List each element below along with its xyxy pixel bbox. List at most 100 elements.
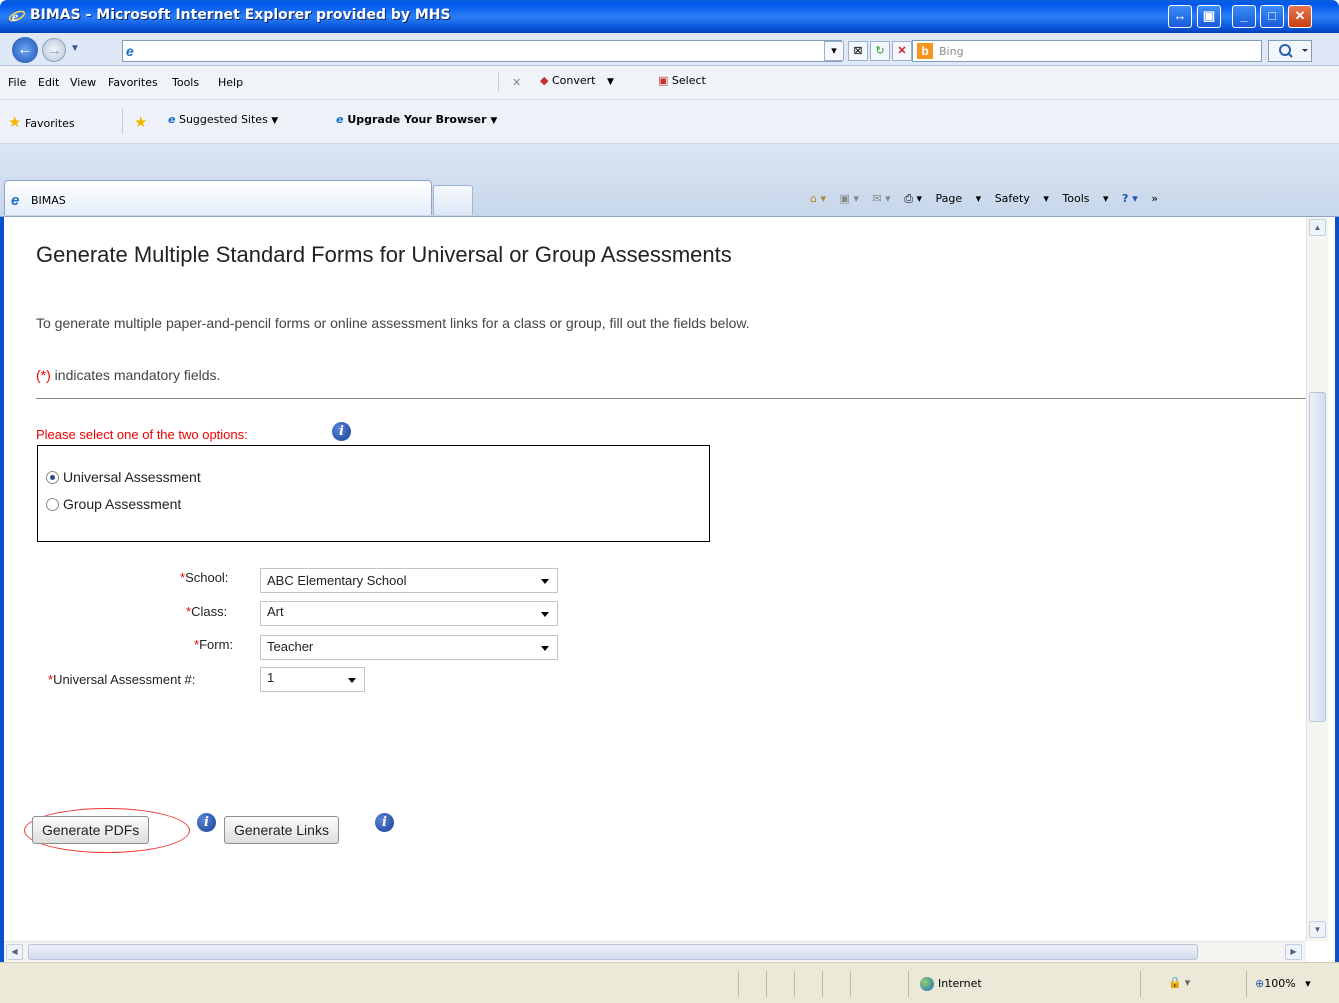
home-icon[interactable]: ⌂ ▾ [810,192,826,205]
chevron-right-icon[interactable]: » [1151,192,1158,205]
close-toolbar-icon[interactable]: ✕ [512,76,521,89]
status-bar: Internet 🔒 ▾ ⊕100% ▾ [0,962,1339,1003]
chevron-down-icon [541,612,549,617]
ie-page-icon: e [336,113,344,126]
dropdown-icon: ▼ [490,116,498,126]
chevron-down-icon [541,579,549,584]
ie-logo-icon: e [8,10,26,25]
generate-pdfs-button[interactable]: Generate PDFs [32,816,150,844]
tab-bimas[interactable]: e BIMAS [4,180,432,215]
assessment-number-label: *Universal Assessment #: [48,672,196,687]
chevron-down-icon [541,646,549,651]
suggested-sites-button[interactable]: e Suggested Sites ▼ [168,113,278,126]
page-menu[interactable]: Page ▾ [936,192,982,205]
group-assessment-radio[interactable] [46,497,59,511]
form-label: *Form: [194,637,234,652]
universal-assessment-option[interactable]: Universal Assessment [46,469,201,485]
tools-menu[interactable]: Tools ▾ [1062,192,1108,205]
protected-mode-icon[interactable]: 🔒 ▾ [1168,976,1190,989]
feeds-icon[interactable]: ▣ ▾ [840,192,859,205]
back-button[interactable]: ← [12,37,38,63]
vertical-scroll-thumb[interactable] [1309,392,1326,722]
scroll-right-icon[interactable]: ▶ [1285,944,1302,960]
favorites-button[interactable]: ★ Favorites [8,113,75,131]
stop-icon[interactable]: ✕ [892,41,912,61]
universal-assessment-radio[interactable] [46,470,59,484]
compat-view-icon[interactable]: ⊠ [848,41,868,61]
links-info-icon[interactable]: i [375,813,394,832]
menu-file[interactable]: File [8,76,26,89]
security-zone[interactable]: Internet [920,977,982,991]
page-content: Generate Multiple Standard Forms for Uni… [16,217,1306,941]
address-input[interactable]: e [122,40,842,62]
status-divider [1140,971,1141,997]
scroll-down-icon[interactable]: ▼ [1309,921,1326,938]
restore-tab-icon[interactable]: ▣ [1197,5,1221,28]
menu-favorites[interactable]: Favorites [108,76,158,89]
menu-help[interactable]: Help [218,76,243,89]
refresh-icon[interactable]: ↻ [870,41,890,61]
upgrade-browser-button[interactable]: e Upgrade Your Browser ▼ [336,113,497,126]
ie-tab-icon: e [11,192,20,209]
scroll-left-icon[interactable]: ◀ [6,944,23,960]
tab-bar: e BIMAS ⌂ ▾ ▣ ▾ ✉ ▾ ⎙ ▾ Page ▾ Safety ▾ … [0,144,1339,217]
add-favorite-icon[interactable]: ★ [134,113,147,131]
address-toolbar: ← → ▼ e ▾ ⊠ ↻ ✕ b Bing [0,33,1339,66]
extra-window-icon[interactable]: ↔ [1168,5,1192,28]
vertical-scrollbar[interactable]: ▲ ▼ [1306,217,1328,941]
intro-text: To generate multiple paper-and-pencil fo… [36,315,750,331]
group-assessment-option[interactable]: Group Assessment [46,496,181,512]
ie-page-icon: e [168,113,176,126]
svg-text:e: e [12,10,18,25]
close-button[interactable]: ✕ [1288,5,1312,28]
horizontal-scrollbar[interactable]: ◀ ▶ [4,941,1306,962]
options-label: Please select one of the two options: [36,427,248,442]
globe-icon [920,977,934,991]
class-label: *Class: [186,604,228,619]
favorites-divider [122,108,123,134]
search-input[interactable]: b Bing [912,40,1262,62]
search-button[interactable] [1268,40,1312,62]
zoom-control[interactable]: ⊕100% ▾ [1255,977,1311,990]
convert-icon: ◆ [540,74,549,87]
school-select[interactable]: ABC Elementary School [260,568,558,593]
page-title: Generate Multiple Standard Forms for Uni… [36,242,732,267]
pdfs-info-icon[interactable]: i [197,813,216,832]
menu-divider [498,73,499,91]
favorites-bar: ★ Favorites ★ e Suggested Sites ▼ e Upgr… [0,100,1339,144]
status-divider [1246,971,1247,997]
mandatory-note: (*) indicates mandatory fields. [36,367,221,383]
select-icon: ▣ [658,74,669,87]
assessment-options-box: Universal Assessment Group Assessment [37,445,710,542]
convert-dropdown-icon: ▼ [606,77,614,87]
select-button[interactable]: ▣ Select [658,74,706,87]
horizontal-scroll-thumb[interactable] [28,944,1198,960]
menu-tools[interactable]: Tools [172,76,199,89]
status-divider [794,971,795,997]
form-select[interactable]: Teacher [260,635,558,660]
history-dropdown-icon[interactable]: ▼ [70,43,80,54]
class-select[interactable]: Art [260,601,558,626]
print-icon[interactable]: ⎙ ▾ [904,192,922,205]
bing-icon: b [917,43,933,59]
generate-links-button[interactable]: Generate Links [224,816,339,844]
minimize-button[interactable]: _ [1232,5,1256,28]
page-icon: e [126,43,134,59]
safety-menu[interactable]: Safety ▾ [995,192,1049,205]
mail-icon[interactable]: ✉ ▾ [872,192,890,205]
status-divider [908,971,909,997]
menu-edit[interactable]: Edit [38,76,59,89]
scroll-up-icon[interactable]: ▲ [1309,219,1326,236]
forward-button[interactable]: → [42,38,66,62]
address-dropdown-icon[interactable]: ▾ [824,41,844,61]
maximize-button[interactable]: □ [1260,5,1284,28]
menu-view[interactable]: View [70,76,96,89]
help-icon[interactable]: ? ▾ [1122,192,1138,205]
chevron-down-icon [348,678,356,683]
new-tab-button[interactable] [433,185,473,215]
status-divider [738,971,739,997]
assessment-number-select[interactable]: 1 [260,667,365,692]
options-info-icon[interactable]: i [332,422,351,441]
menu-bar: File Edit View Favorites Tools Help ✕ ◆ … [0,66,1339,100]
convert-button[interactable]: ◆ Convert ▼ [540,74,614,87]
